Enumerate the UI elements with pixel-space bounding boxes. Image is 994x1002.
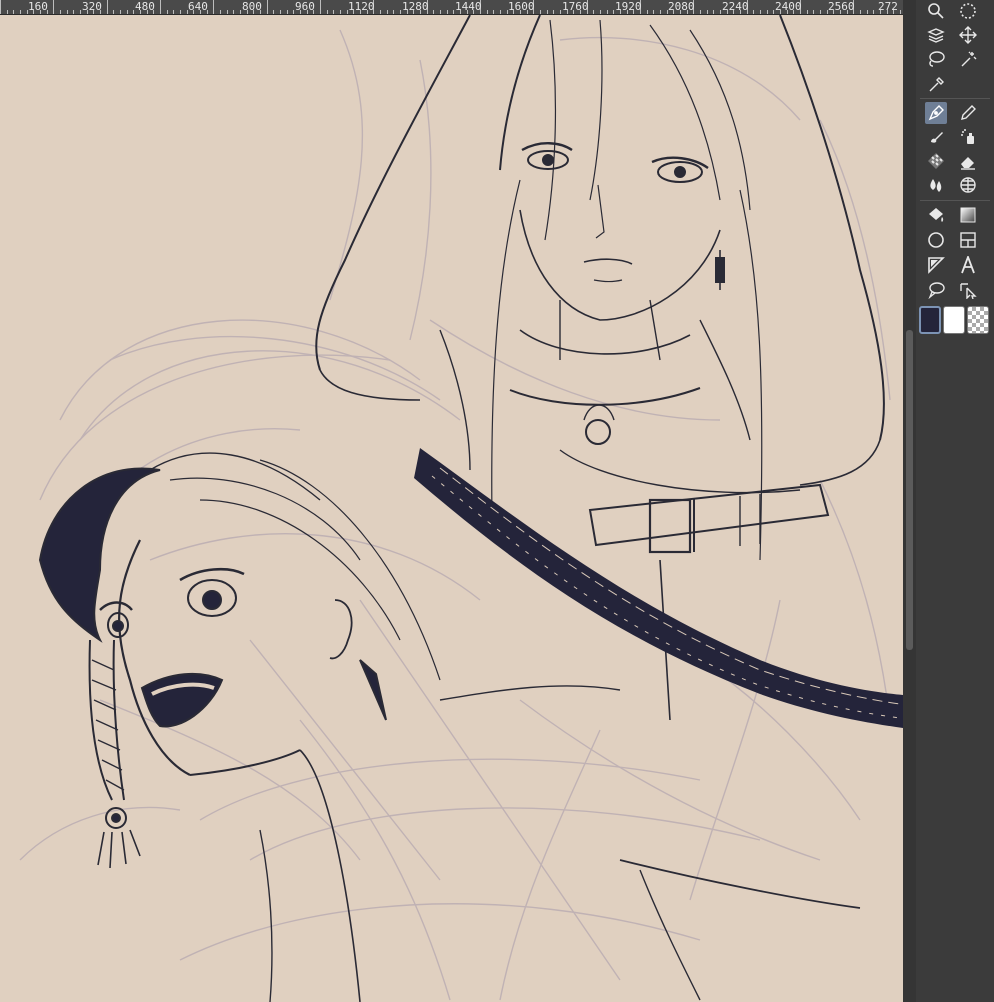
- airbrush-icon[interactable]: [957, 126, 979, 148]
- lasso-icon[interactable]: [925, 48, 947, 70]
- ruler-triangle-icon[interactable]: [925, 254, 947, 276]
- ruler-label: 2240: [722, 0, 749, 13]
- grid-icon[interactable]: [957, 174, 979, 196]
- eraser-icon[interactable]: [957, 150, 979, 172]
- tool-group-divider: [920, 200, 990, 201]
- ruler-label: 272: [878, 0, 898, 13]
- ruler-label: 1120: [348, 0, 375, 13]
- ruler-label: 2560: [828, 0, 855, 13]
- ruler-label: 1600: [508, 0, 535, 13]
- fill-bucket-icon[interactable]: [925, 204, 947, 226]
- tool-palette: [916, 0, 994, 1002]
- ruler-label: 800: [242, 0, 262, 13]
- pencil-icon[interactable]: [957, 102, 979, 124]
- ruler-label: 1280: [402, 0, 429, 13]
- ruler-label: 160: [28, 0, 48, 13]
- correct-line-icon[interactable]: [957, 279, 979, 301]
- dotted-rotate-icon[interactable]: [957, 0, 979, 22]
- magic-wand-icon[interactable]: [957, 48, 979, 70]
- ruler-label: 2080: [668, 0, 695, 13]
- ruler-label: 1440: [455, 0, 482, 13]
- layer-select-icon[interactable]: [925, 24, 947, 46]
- text-a-icon[interactable]: [957, 254, 979, 276]
- ruler-label: 1920: [615, 0, 642, 13]
- gradient-icon[interactable]: [957, 204, 979, 226]
- ruler-label: 640: [188, 0, 208, 13]
- drawing-canvas[interactable]: [0, 15, 903, 1002]
- ruler-label: 960: [295, 0, 315, 13]
- ruler-label: 2400: [775, 0, 802, 13]
- horizontal-ruler[interactable]: 160 320 480 640 800 960 1120 1280 1440 1…: [0, 0, 903, 15]
- brush-icon[interactable]: [925, 126, 947, 148]
- ruler-label: 1760: [562, 0, 589, 13]
- ruler-label: 320: [82, 0, 102, 13]
- move-arrows-icon[interactable]: [957, 24, 979, 46]
- blend-drops-icon[interactable]: [925, 174, 947, 196]
- ruler-label: 480: [135, 0, 155, 13]
- tool-group-divider: [920, 98, 990, 99]
- foreground-color-swatch[interactable]: [919, 306, 941, 334]
- pen-nib-icon[interactable]: [925, 102, 947, 124]
- vertical-scrollbar[interactable]: [903, 0, 916, 1002]
- transparent-color-swatch[interactable]: [967, 306, 989, 334]
- decoration-icon[interactable]: [925, 150, 947, 172]
- frame-icon[interactable]: [957, 229, 979, 251]
- background-color-swatch[interactable]: [943, 306, 965, 334]
- app-window: 160 320 480 640 800 960 1120 1280 1440 1…: [0, 0, 994, 1002]
- speech-balloon-icon[interactable]: [925, 279, 947, 301]
- magnifier-icon[interactable]: [925, 0, 947, 22]
- circle-icon[interactable]: [925, 229, 947, 251]
- scrollbar-thumb[interactable]: [906, 330, 913, 650]
- illustration-artwork: [0, 15, 903, 1002]
- eyedropper-icon[interactable]: [925, 74, 947, 96]
